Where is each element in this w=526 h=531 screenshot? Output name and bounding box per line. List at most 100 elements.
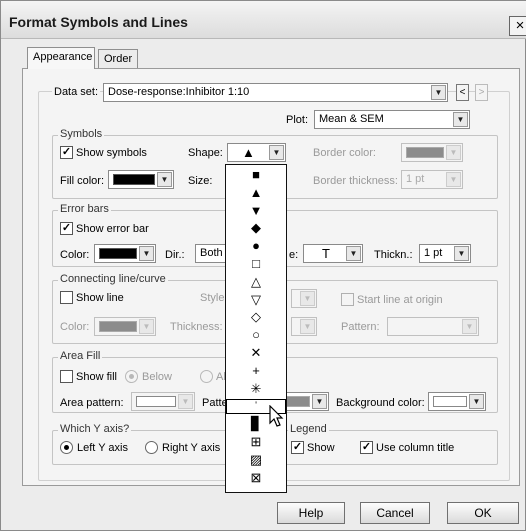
chevron-down-icon: ▼ (431, 85, 446, 100)
line-style-select[interactable]: ▼ (291, 289, 317, 308)
shape-value: ▲ (242, 145, 255, 160)
background-color-swatch (433, 396, 467, 407)
start-at-origin-checkbox[interactable] (341, 293, 354, 306)
border-thickness-value: 1 pt (406, 173, 425, 185)
left-y-axis-radio[interactable] (60, 441, 73, 454)
shape-option[interactable]: ◆ (226, 221, 286, 235)
shape-option[interactable]: △ (226, 274, 286, 289)
chevron-down-icon: ▼ (300, 291, 315, 306)
shape-option[interactable]: ◇ (226, 310, 286, 324)
border-color-label: Border color: (313, 147, 376, 159)
prev-dataset-button[interactable]: < (456, 84, 469, 101)
show-fill-checkbox[interactable] (60, 370, 73, 383)
shape-dropdown-list[interactable]: ■ ▲ ▼ ◆ ● □ △ ▽ ◇ ○ ✕ + ✳ ˈ ▊ ⊞ ▨ ⊠ (225, 164, 287, 493)
line-color-label: Color: (60, 321, 90, 333)
plot-label: Plot: (286, 114, 309, 126)
symbols-legend: Symbols (58, 128, 105, 140)
border-color-select[interactable]: ▼ (401, 143, 463, 162)
ok-button[interactable]: OK (447, 502, 519, 524)
error-style-value: T (322, 246, 330, 261)
below-radio[interactable] (125, 370, 138, 383)
tab-appearance[interactable]: Appearance (27, 47, 95, 69)
line-thickness-label: Thickness: (170, 321, 223, 333)
shape-option[interactable]: ⊞ (226, 435, 286, 449)
shape-option[interactable]: ▼ (226, 203, 286, 218)
chevron-down-icon: ▼ (139, 246, 154, 261)
dir-value: Both (200, 247, 223, 259)
right-y-axis-label: Right Y axis (162, 442, 221, 454)
use-column-title-label: Use column title (376, 442, 455, 454)
dataset-label: Data set: (52, 86, 101, 98)
shape-option[interactable]: ✕ (226, 346, 286, 360)
connecting-legend: Connecting line/curve (58, 273, 168, 285)
chevron-down-icon: ▼ (446, 172, 461, 187)
border-color-swatch (406, 147, 444, 158)
above-radio[interactable] (200, 370, 213, 383)
title-bar: Format Symbols and Lines × (1, 1, 526, 39)
legend-show-checkbox[interactable]: ✓ (291, 441, 304, 454)
show-error-bar-checkbox[interactable]: ✓ (60, 222, 73, 235)
plot-select[interactable]: Mean & SEM ▼ (314, 110, 470, 129)
shape-option[interactable]: ■ (226, 168, 286, 182)
help-button[interactable]: Help (277, 502, 345, 524)
fill-color-swatch (113, 174, 155, 185)
use-column-title-checkbox[interactable]: ✓ (360, 441, 373, 454)
chevron-down-icon: ▼ (454, 246, 469, 261)
error-thickness-select[interactable]: 1 pt ▼ (419, 244, 471, 263)
next-dataset-button[interactable]: > (475, 84, 488, 101)
line-thickness-select[interactable]: ▼ (291, 317, 317, 336)
format-symbols-dialog: Format Symbols and Lines × Appearance Or… (0, 0, 526, 531)
close-button[interactable]: × (509, 16, 526, 36)
line-color-select[interactable]: ▼ (94, 317, 156, 336)
legend-show-label: Show (307, 442, 335, 454)
area-pattern-select[interactable]: ▼ (131, 392, 195, 411)
border-thickness-select[interactable]: 1 pt ▼ (401, 170, 463, 189)
left-y-axis-label: Left Y axis (77, 442, 128, 454)
show-line-label: Show line (76, 292, 124, 304)
shape-select[interactable]: ▲ ▼ (227, 143, 286, 162)
background-color-select[interactable]: ▼ (428, 392, 486, 411)
right-y-axis-radio[interactable] (145, 441, 158, 454)
chevron-down-icon: ▼ (139, 319, 154, 334)
error-color-select[interactable]: ▼ (94, 244, 156, 263)
dataset-select[interactable]: Dose-response:Inhibitor 1:10 ▼ (103, 83, 448, 102)
chevron-down-icon: ▼ (453, 112, 468, 127)
error-style-select[interactable]: T ▼ (303, 244, 363, 263)
size-label: Size: (188, 175, 213, 187)
error-bars-legend: Error bars (58, 203, 111, 215)
plot-value: Mean & SEM (319, 113, 384, 125)
shape-option[interactable]: ✳ (226, 381, 286, 396)
chevron-down-icon: ▼ (446, 145, 461, 160)
shape-option[interactable]: ▨ (226, 452, 286, 467)
shape-option[interactable]: ▽ (226, 292, 286, 307)
shape-option[interactable]: □ (226, 257, 286, 271)
area-pattern-label: Area pattern: (60, 397, 124, 409)
area-fill-legend: Area Fill (58, 350, 103, 362)
error-thickness-value: 1 pt (424, 247, 443, 259)
shape-option[interactable]: ▲ (226, 185, 286, 200)
chevron-down-icon: ▼ (462, 319, 477, 334)
chevron-down-icon: ▼ (300, 319, 315, 334)
below-label: Below (142, 371, 172, 383)
chevron-down-icon: ▼ (469, 394, 484, 409)
cancel-button[interactable]: Cancel (360, 502, 430, 524)
tab-order[interactable]: Order (98, 49, 138, 69)
chevron-down-icon: ▼ (157, 172, 172, 187)
show-line-checkbox[interactable] (60, 291, 73, 304)
shape-option[interactable]: ○ (226, 328, 286, 342)
legend-legend: Legend (288, 423, 329, 435)
shape-label: Shape: (188, 147, 223, 159)
shape-option[interactable]: ● (226, 239, 286, 253)
fill-pattern-label: Patte (202, 397, 228, 409)
chevron-down-icon: ▼ (346, 246, 361, 261)
chevron-down-icon: ▼ (178, 394, 193, 409)
line-pattern-label: Pattern: (341, 321, 380, 333)
shape-option[interactable]: ⊠ (226, 470, 286, 485)
show-error-bar-label: Show error bar (76, 223, 149, 235)
shape-option[interactable]: + (226, 363, 286, 378)
fill-color-select[interactable]: ▼ (108, 170, 174, 189)
y-axis-legend: Which Y axis? (58, 423, 132, 435)
show-symbols-checkbox[interactable]: ✓ (60, 146, 73, 159)
error-color-swatch (99, 248, 137, 259)
line-pattern-select[interactable]: ▼ (387, 317, 479, 336)
